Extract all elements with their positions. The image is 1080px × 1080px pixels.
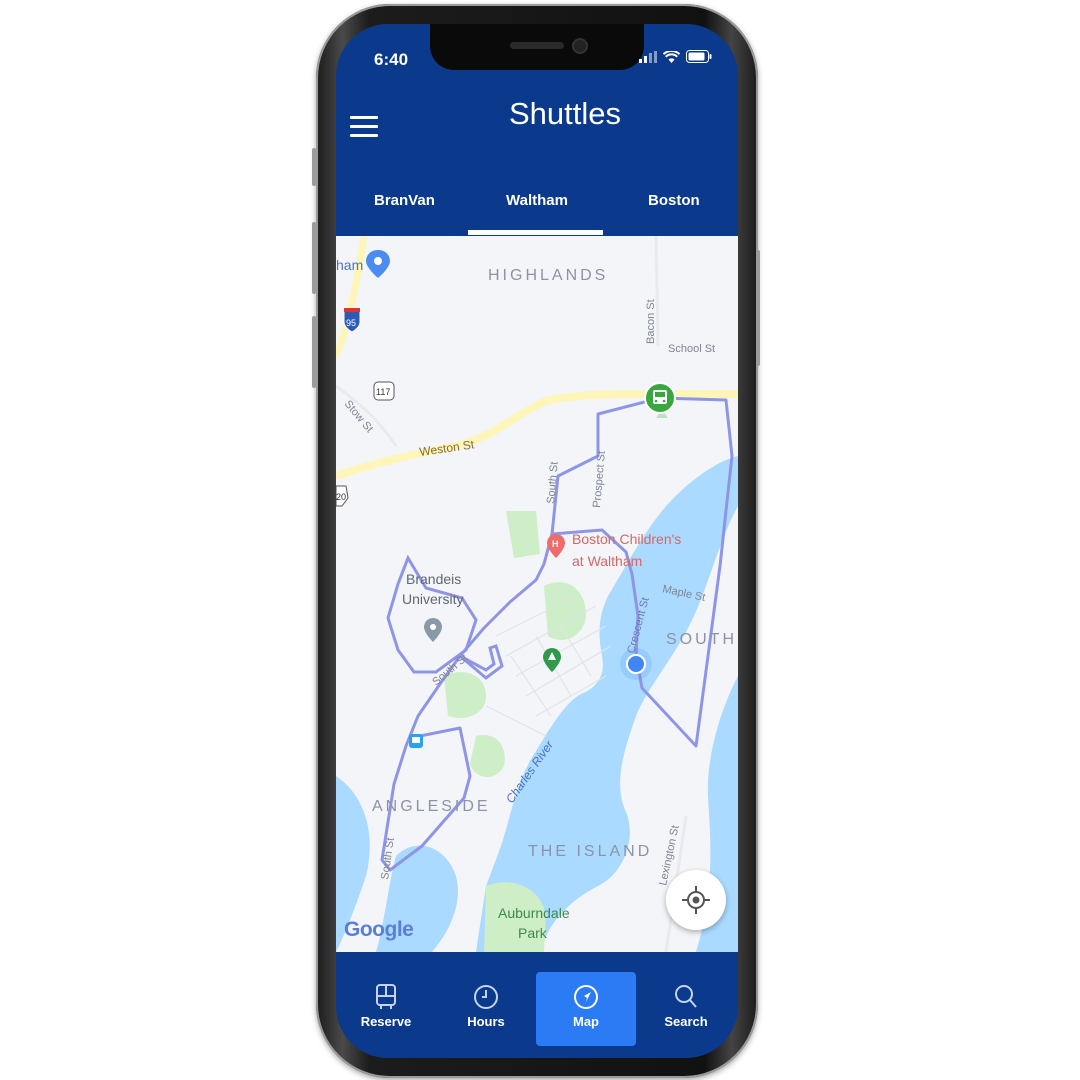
- battery-icon: [686, 50, 712, 63]
- status-bar: 6:40: [336, 24, 738, 74]
- label-bacon-st: Bacon St: [645, 299, 657, 344]
- user-location-icon: [620, 648, 652, 680]
- label-angleside: ANGLESIDE: [372, 798, 491, 815]
- route-117-shield-icon: 117: [373, 381, 395, 401]
- tab-branvan[interactable]: BranVan: [374, 192, 435, 209]
- active-tab-indicator: [468, 230, 603, 235]
- nav-hours-label: Hours: [467, 1014, 505, 1029]
- side-button-volume-up: [312, 222, 316, 294]
- nav-reserve-label: Reserve: [360, 1014, 412, 1029]
- label-south: SOUTH: [666, 631, 737, 648]
- route-95-shield-icon: 95: [343, 307, 361, 333]
- svg-text:H: H: [552, 539, 559, 549]
- side-button-power: [756, 250, 760, 366]
- nav-map[interactable]: Map: [536, 972, 636, 1046]
- side-button-mute: [312, 148, 316, 186]
- nav-search[interactable]: Search: [636, 972, 736, 1046]
- svg-text:20: 20: [336, 492, 346, 502]
- label-the-island: THE ISLAND: [528, 843, 652, 860]
- bus-icon: [376, 984, 396, 1009]
- label-school-st: School St: [668, 343, 715, 355]
- nav-search-label: Search: [664, 1014, 708, 1029]
- nav-map-label: Map: [573, 1014, 599, 1029]
- bottom-navigation: Reserve Hours Map Search: [336, 952, 738, 1058]
- label-highlands: HIGHLANDS: [488, 267, 608, 284]
- notch: [430, 24, 644, 70]
- label-ham-partial: ham: [336, 257, 363, 273]
- front-camera: [572, 38, 588, 54]
- map-view[interactable]: HIGHLANDS SOUTH ANGLESIDE THE ISLAND Wes…: [336, 236, 738, 952]
- tab-boston[interactable]: Boston: [648, 192, 700, 209]
- side-button-volume-down: [312, 316, 316, 388]
- route-tabs: BranVan Waltham Boston: [336, 182, 738, 236]
- tab-waltham[interactable]: Waltham: [506, 192, 568, 209]
- bus-stop-icon[interactable]: [409, 734, 423, 748]
- search-icon: [675, 985, 697, 1008]
- svg-text:117: 117: [376, 387, 390, 397]
- status-time: 6:40: [374, 50, 409, 69]
- my-location-button[interactable]: [666, 870, 726, 930]
- wifi-icon: [663, 50, 680, 63]
- navigation-arrow-icon: [574, 985, 598, 1009]
- clock-icon: [474, 985, 498, 1009]
- map-canvas[interactable]: HIGHLANDS SOUTH ANGLESIDE THE ISLAND Wes…: [336, 236, 738, 952]
- nav-reserve[interactable]: Reserve: [336, 972, 436, 1046]
- app-header: Shuttles BranVan Waltham Boston: [336, 74, 738, 236]
- status-icons: [639, 50, 712, 63]
- nav-hours[interactable]: Hours: [436, 972, 536, 1046]
- crosshair-icon: [682, 886, 710, 914]
- speaker-grille: [510, 42, 564, 49]
- phone-screen: 6:40 Shuttles BranVan Waltham Boston HIG…: [336, 24, 738, 1058]
- svg-text:95: 95: [346, 318, 356, 328]
- page-title: Shuttles: [508, 96, 621, 131]
- google-attribution-logo: Google: [344, 918, 414, 941]
- signal-icon: [639, 50, 657, 63]
